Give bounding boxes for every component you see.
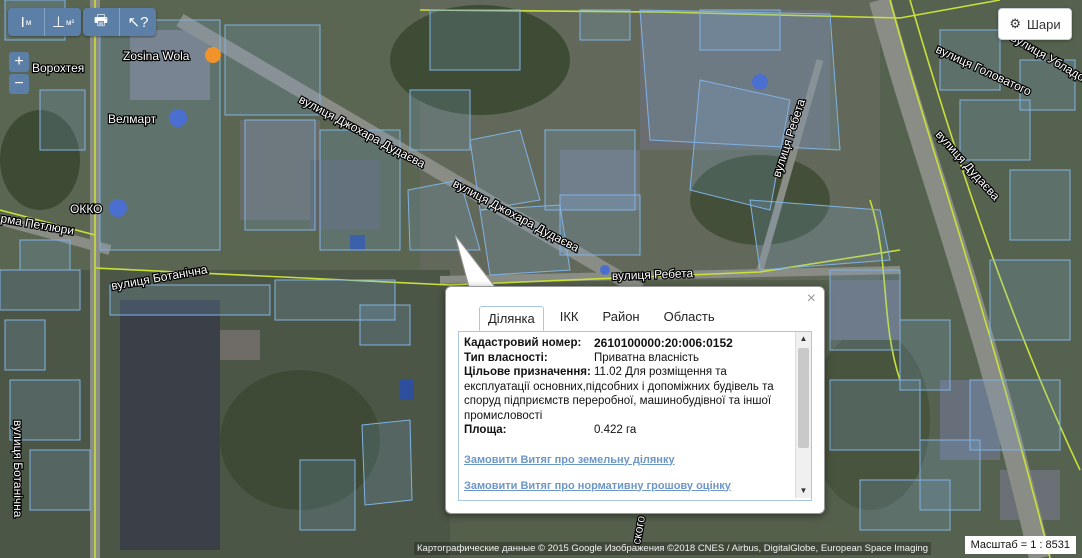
- measure-area-unit: м²: [65, 17, 75, 27]
- purpose-value-continued: експлуатації основних,підсобних і допомі…: [464, 380, 774, 422]
- tab-parcel[interactable]: Ділянка: [479, 306, 544, 331]
- tools-toolbar: 🖶 ↖?: [83, 8, 156, 36]
- poi-marker-icon[interactable]: [600, 265, 610, 275]
- shopping-cart-icon[interactable]: [169, 109, 187, 127]
- measure-length-button[interactable]: Iм: [8, 8, 45, 36]
- map-label: вулиця Ботанічна: [11, 420, 25, 518]
- zoom-out-button[interactable]: −: [9, 74, 29, 94]
- measure-toolbar: Iм ⊥ м²: [8, 8, 81, 36]
- area-value: 0.422 га: [594, 424, 637, 436]
- identify-cursor-icon: ↖?: [127, 14, 149, 31]
- layers-button[interactable]: ⚙ Шари: [998, 8, 1072, 40]
- map-scale: Масштаб = 1 : 8531: [964, 536, 1076, 554]
- scroll-down-icon[interactable]: ▼: [796, 484, 811, 498]
- tab-ikk[interactable]: ІКК: [552, 305, 587, 330]
- map-label: вулиця Ребета: [612, 266, 694, 283]
- ownership-value: Приватна власність: [594, 351, 700, 364]
- fuel-station-icon[interactable]: [109, 199, 127, 217]
- details-scrollbar[interactable]: ▲ ▼: [795, 332, 811, 498]
- print-icon: 🖶: [93, 11, 109, 29]
- scroll-thumb[interactable]: [798, 348, 809, 448]
- measure-length-icon: I: [20, 13, 25, 31]
- layers-label: Шари: [1027, 16, 1061, 32]
- zoom-in-button[interactable]: +: [9, 52, 29, 72]
- measure-area-icon: ⊥: [51, 14, 65, 31]
- poi-building-icon[interactable]: [752, 74, 768, 90]
- identify-button[interactable]: ↖?: [120, 8, 156, 36]
- cadastral-value: 2610100000:20:006:0152: [594, 336, 733, 350]
- purpose-label: Цільове призначення:: [464, 366, 591, 378]
- order-extract-link[interactable]: Замовити Витяг про земельну ділянку: [459, 454, 811, 466]
- map-label: Zosina Wola: [123, 49, 190, 63]
- map-label: Ворохтея: [32, 61, 84, 75]
- parcel-info-popup: × Ділянка ІКК Район Область Кадастровий …: [445, 286, 825, 514]
- measure-area-button[interactable]: ⊥ м²: [45, 8, 81, 36]
- map-label: Велмарт: [108, 112, 157, 126]
- purpose-value: 11.02 Для розміщення та: [594, 366, 727, 378]
- popup-tabs: Ділянка ІКК Район Область: [479, 305, 731, 331]
- area-label: Площа:: [464, 424, 507, 436]
- ownership-label: Тип власності:: [464, 351, 548, 364]
- order-valuation-link[interactable]: Замовити Витяг про нормативну грошову оц…: [459, 480, 811, 492]
- tab-district[interactable]: Район: [594, 305, 647, 330]
- print-button[interactable]: 🖶: [83, 8, 120, 36]
- close-icon[interactable]: ×: [807, 290, 816, 308]
- scroll-up-icon[interactable]: ▲: [796, 332, 811, 346]
- restaurant-icon[interactable]: [205, 47, 221, 63]
- map-label: ОККО: [70, 202, 103, 216]
- measure-length-unit: м: [25, 17, 32, 27]
- tab-region[interactable]: Область: [656, 305, 723, 330]
- cadastral-label: Кадастровий номер:: [464, 337, 582, 349]
- map-attribution: Картографические данные © 2015 Google Из…: [414, 542, 932, 555]
- gear-icon: ⚙: [1009, 16, 1021, 31]
- parcel-details: Кадастровий номер: 2610100000:20:006:015…: [458, 331, 812, 501]
